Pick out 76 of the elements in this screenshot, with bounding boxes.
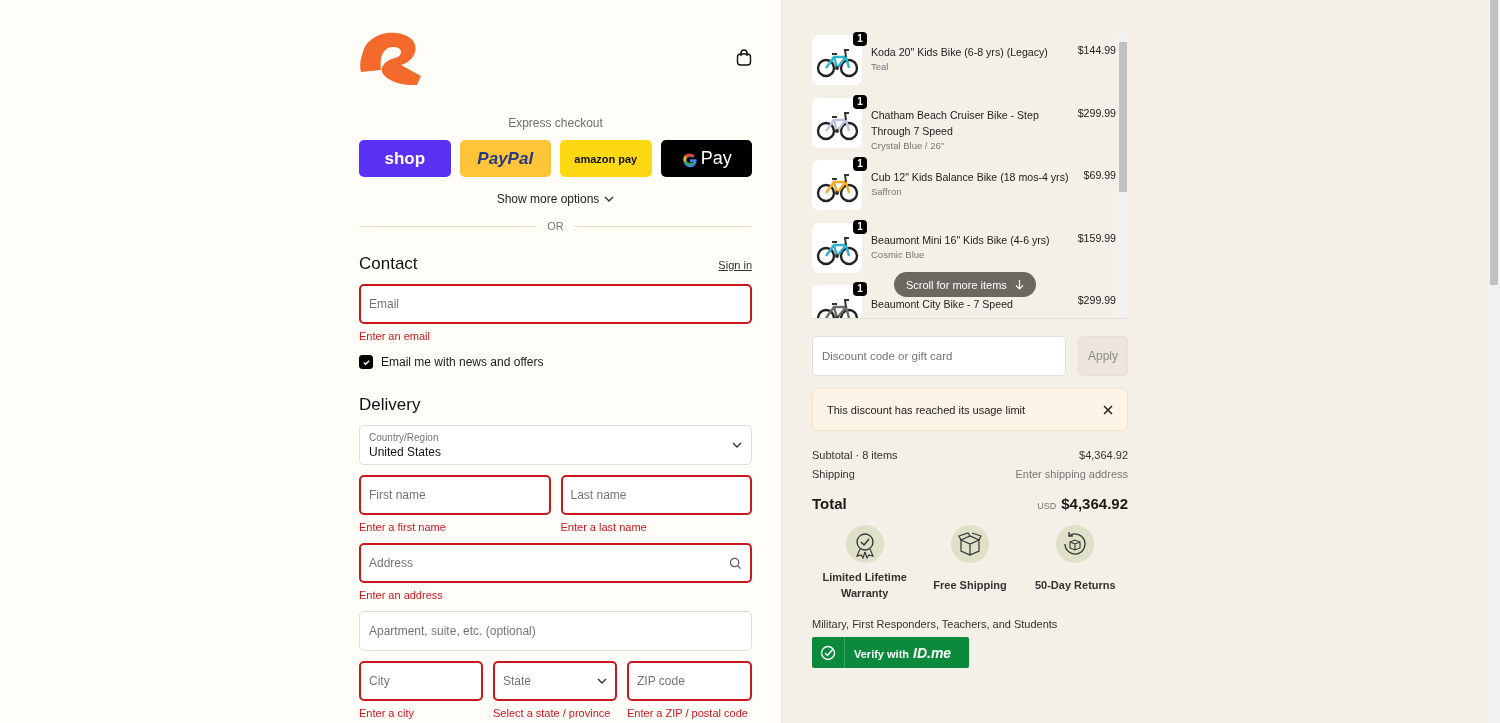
discount-field[interactable]: Discount code or gift card [812,336,1066,376]
feature-label: 50-Day Returns [1033,578,1117,593]
scroll-hint-button[interactable]: Scroll for more items [894,272,1036,297]
currency-code: USD [1037,501,1057,511]
error-message: Enter an email [359,330,431,342]
error-message: Enter an address [359,589,444,601]
feature-label: Limited Lifetime Warranty [821,570,908,601]
product-price: $159.99 [1077,230,1117,246]
checkbox-label: Email me with news and offers [381,355,544,369]
input-field[interactable]: City [359,661,483,701]
shipping-value: Enter shipping address [1015,468,1128,480]
error-message: Enter a last name [560,521,648,533]
input-field[interactable]: Last name [560,475,752,515]
product-variant: Cosmic Blue [871,248,926,260]
error-message: Enter a city [359,707,416,719]
verify-button[interactable]: Verify with ID.me [812,637,969,668]
input-field[interactable]: Address [359,543,752,583]
input-field[interactable]: ZIP code [627,661,752,701]
product-variant: Saffron [871,186,903,197]
total-value: $4,364.92 [1061,495,1128,512]
shipping-icon [951,525,989,563]
quantity-badge: 1 [853,32,867,46]
product-price: $299.99 [1077,293,1117,308]
quantity-badge: 1 [853,219,867,234]
checkbox[interactable] [359,355,373,369]
product-name: Cub 12" Kids Balance Bike (18 mos-4 yrs) [871,170,1070,185]
quantity-badge: 1 [853,282,867,296]
subtotal-label: Subtotal · 8 items [812,449,898,461]
scrollbar[interactable] [1488,0,1500,723]
product-name: Koda 20" Kids Bike (6-8 yrs) (Legacy) [871,45,1049,60]
section-heading: Delivery [359,395,422,415]
chevron-down-icon [597,678,607,684]
paypal-pay-button[interactable]: PayPal [459,140,551,177]
feature-label: Free Shipping [932,578,1008,593]
check-circle-icon [820,644,836,661]
gpay-pay-button[interactable]: Pay [660,140,752,177]
amazon-pay-button[interactable]: amazon pay [560,140,652,177]
input-field[interactable]: Email [359,284,752,324]
product-variant: Teal [871,61,890,72]
product-price: $69.99 [1083,168,1117,183]
arrow-down-icon [1014,279,1024,290]
error-message: Enter a first name [359,521,447,533]
state-select[interactable]: State [493,661,617,701]
notice-text: This discount has reached its usage limit [827,403,1026,416]
scrollbar[interactable] [1117,32,1128,318]
returns-icon [1056,525,1095,563]
total-label: Total [812,495,847,512]
subtotal-value: $4,364.92 [1079,449,1128,461]
input-field[interactable]: Apartment, suite, etc. (optional) [359,611,752,651]
warranty-icon [845,525,884,563]
quantity-badge: 1 [853,157,867,171]
check-icon [361,357,371,367]
close-icon[interactable] [1103,404,1113,415]
shop-pay-button[interactable]: shop [359,140,451,177]
section-label: Express checkout [507,116,604,130]
error-message: Select a state / province [493,707,612,719]
product-name: Beaumont City Bike - 7 Speed [871,297,1014,312]
show-more-button[interactable]: Show more options [494,190,617,208]
sign-in-link[interactable]: Sign in [718,259,752,271]
product-name: Chatham Beach Cruiser Bike - Step Through 7 Speed [871,107,1040,139]
product-price: $144.99 [1077,43,1117,58]
search-icon [729,556,742,570]
divider-label: OR [547,220,564,232]
chevron-down-icon [604,196,615,202]
input-field[interactable]: First name [359,475,551,515]
product-name: Beaumont Mini 16" Kids Bike (4-6 yrs) [871,232,1051,248]
shopping-bag-icon[interactable] [736,48,752,66]
chevron-down-icon [732,442,742,448]
product-variant: Crystal Blue / 26" [871,139,946,151]
quantity-badge: 1 [853,94,867,109]
country-select[interactable]: Country/Region United States [359,425,752,465]
shipping-label: Shipping [812,468,855,480]
product-price: $299.99 [1077,105,1117,121]
error-message: Enter a ZIP / postal code [627,707,749,719]
section-heading: Contact [359,254,418,274]
verify-text: Military, First Responders, Teachers, and Students [812,618,1059,630]
